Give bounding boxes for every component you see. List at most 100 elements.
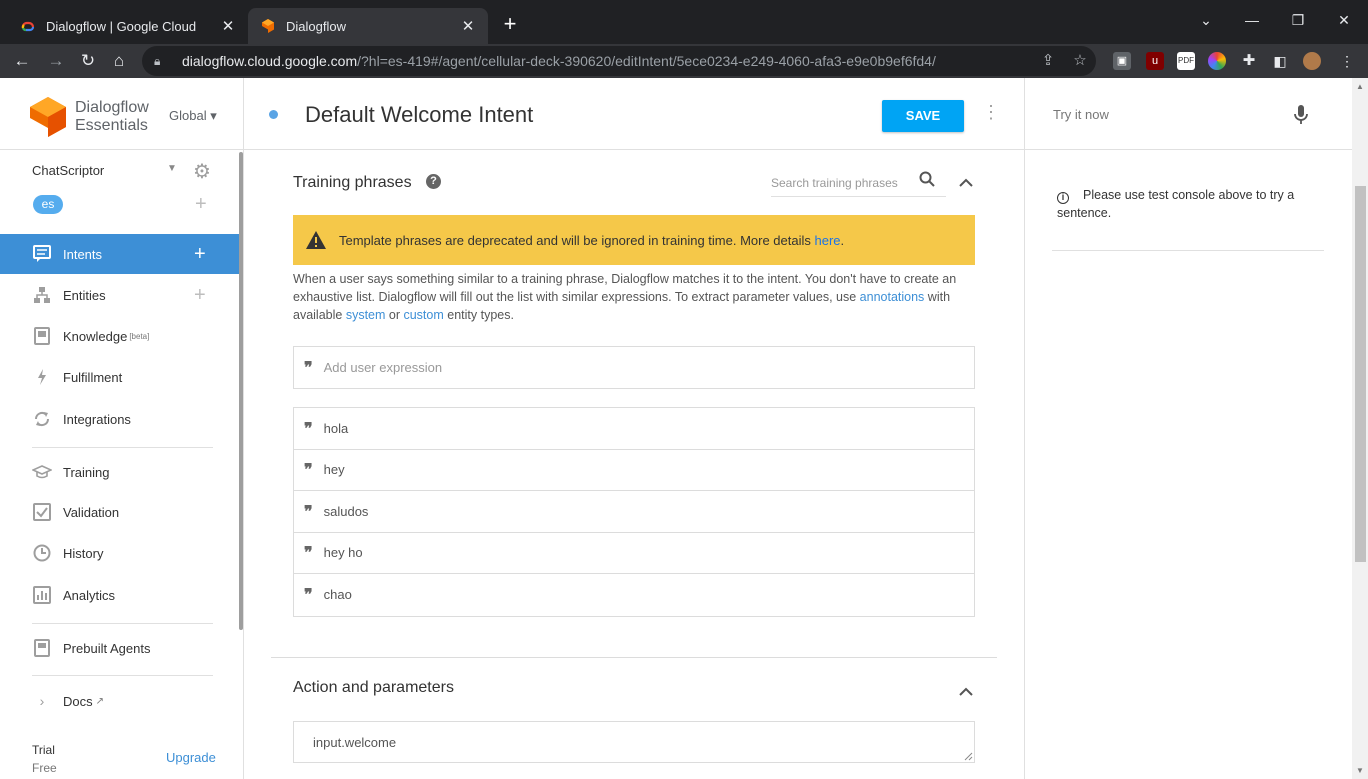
close-tab-icon[interactable]: ✕ xyxy=(460,17,476,35)
extension-color-icon[interactable] xyxy=(1208,52,1226,70)
agent-settings-gear-icon[interactable]: ⚙ xyxy=(193,159,211,184)
add-user-expression-input[interactable]: ❞ Add user expression xyxy=(293,346,975,389)
sidebar-item-intents[interactable]: Intents + xyxy=(0,234,239,274)
add-entity-icon[interactable]: + xyxy=(194,284,206,307)
forward-icon[interactable]: → xyxy=(44,49,68,73)
profile-avatar[interactable] xyxy=(1303,52,1321,70)
new-tab-icon[interactable]: + xyxy=(498,12,522,36)
sidebar-item-label: Fulfillment xyxy=(63,369,123,385)
sidebar: Dialogflow Essentials Global ▾ ChatScrip… xyxy=(0,78,244,779)
training-phrase-row[interactable]: ❞ chao xyxy=(294,574,974,616)
sidebar-item-validation[interactable]: Validation xyxy=(0,492,239,532)
language-chip[interactable]: es xyxy=(33,195,63,214)
warning-details-link[interactable]: here xyxy=(814,233,840,248)
sidebar-item-label: Intents xyxy=(63,246,103,262)
sidebar-item-integrations[interactable]: Integrations xyxy=(0,399,239,439)
try-it-bar: Try it now xyxy=(1025,78,1353,150)
sidebar-item-prebuilt-agents[interactable]: Prebuilt Agents xyxy=(0,628,239,668)
tab-title: Dialogflow | Google Cloud xyxy=(46,18,197,34)
validation-check-icon xyxy=(32,502,52,522)
region-selector[interactable]: Global ▾ xyxy=(169,108,217,124)
trial-label: Trial xyxy=(32,743,55,757)
intent-title[interactable]: Default Welcome Intent xyxy=(305,102,533,128)
chevron-right-icon: › xyxy=(39,693,45,709)
page-scrollbar[interactable]: ▲ ▼ xyxy=(1352,78,1368,779)
sidebar-item-label: History xyxy=(63,545,104,561)
scroll-down-arrow-icon[interactable]: ▼ xyxy=(1356,766,1364,775)
extension-ublock-icon[interactable]: u xyxy=(1146,52,1164,70)
custom-entities-link[interactable]: custom xyxy=(403,308,443,322)
add-intent-icon[interactable]: + xyxy=(194,243,206,266)
sidebar-scrollbar[interactable] xyxy=(239,152,243,630)
test-console-panel: Try it now i Please use test console abov… xyxy=(1024,78,1368,779)
training-phrase-row[interactable]: ❞ hey xyxy=(294,450,974,491)
collapse-action-chevron-up-icon[interactable] xyxy=(957,685,975,703)
close-tab-icon[interactable]: ✕ xyxy=(220,17,236,35)
training-phrase-row[interactable]: ❞ hola xyxy=(294,408,974,450)
microphone-icon[interactable] xyxy=(1293,104,1309,126)
quote-icon: ❞ xyxy=(304,358,313,377)
sidebar-item-label: Training xyxy=(63,464,110,480)
system-entities-link[interactable]: system xyxy=(346,308,386,322)
warning-icon xyxy=(306,231,326,249)
collapse-training-chevron-up-icon[interactable] xyxy=(957,176,975,194)
restore-icon[interactable]: ❐ xyxy=(1288,12,1308,29)
url-path: /?hl=es-419#/agent/cellular-deck-390620/… xyxy=(357,53,936,69)
training-phrase-row[interactable]: ❞ hey ho xyxy=(294,533,974,574)
extensions-puzzle-icon[interactable]: ✚ xyxy=(1240,52,1258,70)
close-window-icon[interactable]: ✕ xyxy=(1334,12,1354,29)
agent-dropdown-icon[interactable]: ▼ xyxy=(167,163,177,174)
share-icon[interactable]: ⇪ xyxy=(1037,46,1059,76)
back-icon[interactable]: ← xyxy=(10,49,34,73)
extension-document-icon[interactable]: PDF xyxy=(1177,52,1195,70)
sidebar-item-history[interactable]: History xyxy=(0,533,239,573)
sidebar-item-label: Knowledge xyxy=(63,328,128,344)
scroll-up-arrow-icon[interactable]: ▲ xyxy=(1356,82,1364,91)
address-bar[interactable]: 🔒︎ dialogflow.cloud.google.com/?hl=es-41… xyxy=(142,46,1096,76)
sidebar-item-fulfillment[interactable]: Fulfillment xyxy=(0,357,239,397)
scrollbar-thumb[interactable] xyxy=(1355,186,1366,562)
info-icon: i xyxy=(1057,192,1069,204)
browser-tab-google-cloud[interactable]: Dialogflow | Google Cloud ✕ xyxy=(8,8,248,44)
sidebar-item-knowledge[interactable]: Knowledge [beta] xyxy=(0,316,239,356)
sidebar-item-label: Entities xyxy=(63,287,106,303)
sidebar-item-label: Integrations xyxy=(63,411,131,427)
sidebar-item-training[interactable]: Training xyxy=(0,452,239,492)
side-panel-icon[interactable]: ◧ xyxy=(1271,52,1289,70)
browser-menu-icon[interactable]: ⋮ xyxy=(1338,52,1356,70)
resize-handle-icon[interactable] xyxy=(963,751,973,761)
quote-icon: ❞ xyxy=(304,501,313,521)
brand-name: Dialogflow Essentials xyxy=(75,99,149,134)
integrations-sync-icon xyxy=(32,409,52,429)
sidebar-item-entities[interactable]: Entities + xyxy=(0,275,239,315)
sidebar-item-analytics[interactable]: Analytics xyxy=(0,575,239,615)
annotations-link[interactable]: annotations xyxy=(860,290,925,304)
search-icon[interactable] xyxy=(919,171,935,192)
quote-icon: ❞ xyxy=(304,585,313,605)
lock-icon: 🔒︎ xyxy=(154,53,161,68)
bookmark-star-icon[interactable]: ☆ xyxy=(1069,46,1091,76)
home-icon[interactable]: ⌂ xyxy=(107,49,131,73)
tab-search-icon[interactable]: ⌄ xyxy=(1196,12,1216,29)
action-name-input[interactable]: input.welcome xyxy=(293,721,975,763)
agent-selector[interactable]: ChatScriptor xyxy=(32,163,104,178)
more-options-icon[interactable]: ⋮ xyxy=(982,102,1000,123)
external-link-icon: ↗ xyxy=(95,695,105,707)
reload-icon[interactable]: ↻ xyxy=(76,49,100,73)
brand-header: Dialogflow Essentials Global ▾ xyxy=(0,78,244,150)
sidebar-divider xyxy=(32,623,213,624)
test-console-info: i Please use test console above to try a … xyxy=(1057,188,1295,220)
training-phrase-row[interactable]: ❞ saludos xyxy=(294,491,974,533)
add-language-icon[interactable]: + xyxy=(195,193,207,216)
browser-tab-dialogflow[interactable]: Dialogflow ✕ xyxy=(248,8,488,44)
deprecation-warning: Template phrases are deprecated and will… xyxy=(293,215,975,265)
minimize-icon[interactable]: — xyxy=(1242,12,1262,28)
help-icon[interactable]: ? xyxy=(426,174,441,189)
extension-reader-icon[interactable]: ▣ xyxy=(1113,52,1131,70)
sidebar-item-label: Prebuilt Agents xyxy=(63,640,151,656)
sidebar-item-docs[interactable]: › Docs ↗ xyxy=(0,681,239,721)
upgrade-link[interactable]: Upgrade xyxy=(166,750,216,765)
try-it-input[interactable]: Try it now xyxy=(1053,107,1109,122)
sidebar-divider xyxy=(32,447,213,448)
save-button[interactable]: SAVE xyxy=(882,100,964,132)
